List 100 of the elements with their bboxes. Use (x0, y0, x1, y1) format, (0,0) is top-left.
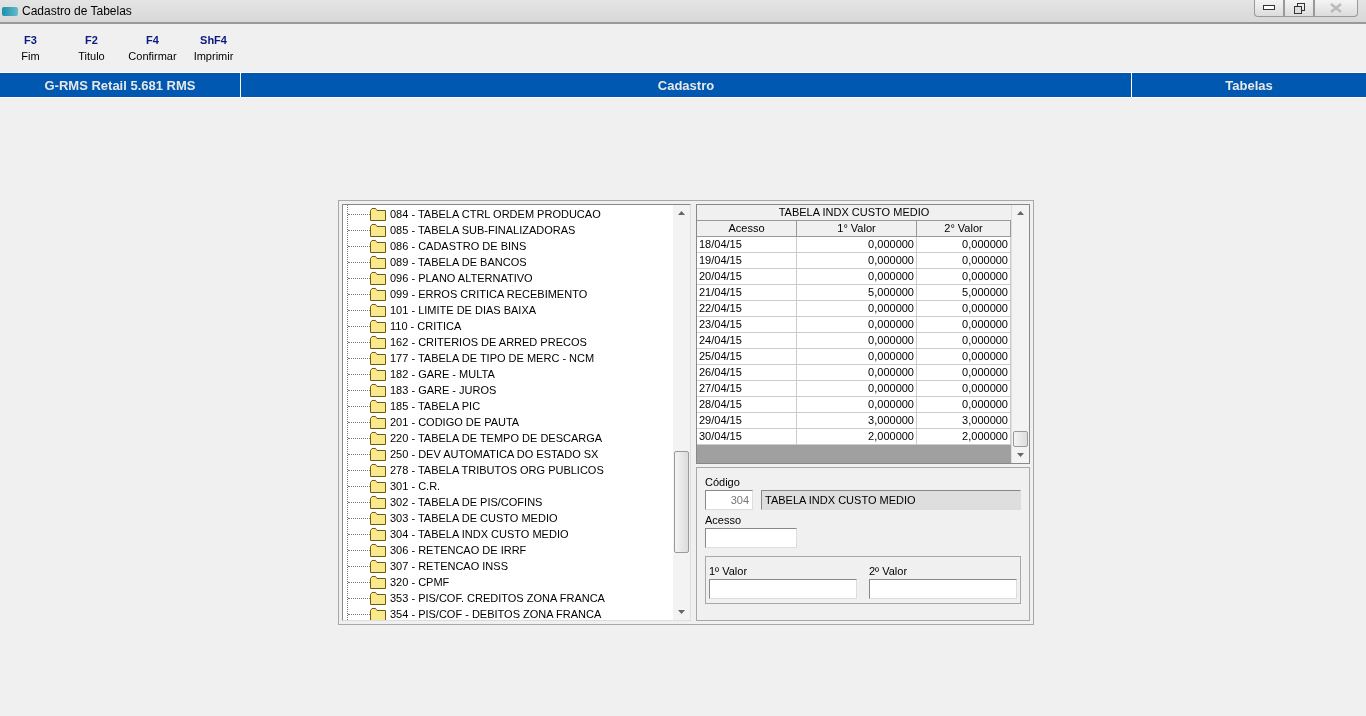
table-cell: 21/04/15 (697, 285, 797, 301)
folder-icon (370, 575, 386, 589)
folder-icon (370, 543, 386, 557)
down-arrow-icon[interactable] (678, 610, 685, 614)
tree-item[interactable]: 182 - GARE - MULTA (390, 368, 495, 380)
tree-item[interactable]: 089 - TABELA DE BANCOS (390, 256, 527, 268)
tree-item[interactable]: 250 - DEV AUTOMATICA DO ESTADO SX (390, 448, 599, 460)
tree-item[interactable]: 096 - PLANO ALTERNATIVO (390, 272, 533, 284)
input-field[interactable] (705, 528, 797, 548)
screen-name: Tabelas (1224, 76, 1274, 95)
folder-icon (370, 351, 386, 365)
column-header[interactable]: 2° Valor (917, 221, 1011, 237)
tree-item[interactable]: 162 - CRITERIOS DE ARRED PRECOS (390, 336, 587, 348)
window-title: Cadastro de Tabelas (22, 4, 132, 18)
tree-item[interactable]: 307 - RETENCAO INSS (390, 560, 508, 572)
tree-item[interactable]: 278 - TABELA TRIBUTOS ORG PUBLICOS (390, 464, 604, 476)
folder-icon (370, 607, 386, 620)
table-cell: 20/04/15 (697, 269, 797, 285)
folder-icon (370, 527, 386, 541)
folder-icon (370, 479, 386, 493)
folder-icon (370, 223, 386, 237)
system-name: G-RMS Retail 5.681 RMS (0, 73, 241, 97)
tree-item[interactable]: 320 - CPMF (390, 576, 450, 588)
tree-item[interactable]: 101 - LIMITE DE DIAS BAIXA (390, 304, 537, 316)
tree-item[interactable]: 301 - C.R. (390, 480, 441, 492)
module-name: Cadastro (241, 73, 1132, 97)
scrollbar-thumb[interactable] (1013, 431, 1028, 447)
input-field[interactable] (709, 579, 857, 599)
tree-item[interactable]: 183 - GARE - JUROS (390, 384, 497, 396)
folder-icon (370, 591, 386, 605)
tree-item[interactable]: 177 - TABELA DE TIPO DE MERC - NCM (390, 352, 595, 364)
table-cell: 29/04/15 (697, 413, 797, 429)
table-cell: 0,000000 (797, 317, 917, 333)
table-cell: 5,000000 (797, 285, 917, 301)
table-cell: 18/04/15 (697, 237, 797, 253)
down-arrow-icon[interactable] (1017, 453, 1024, 457)
tree-item[interactable]: 304 - TABELA INDX CUSTO MEDIO (390, 528, 569, 540)
tree-item[interactable]: 354 - PIS/COF - DEBITOS ZONA FRANCA (390, 608, 602, 620)
tree-item[interactable]: 302 - TABELA DE PIS/COFINS (390, 496, 543, 508)
column-header[interactable]: 1° Valor (797, 221, 917, 237)
table-cell: 0,000000 (797, 381, 917, 397)
tree-item[interactable]: 085 - TABELA SUB-FINALIZADORAS (390, 224, 576, 236)
tree-item[interactable]: 084 - TABELA CTRL ORDEM PRODUCAO (390, 208, 601, 220)
tree-item[interactable]: 303 - TABELA DE CUSTO MEDIO (390, 512, 558, 524)
tree-item[interactable]: 201 - CODIGO DE PAUTA (390, 416, 520, 428)
table-cell: 28/04/15 (697, 397, 797, 413)
folder-icon (370, 303, 386, 317)
table-cell: 27/04/15 (697, 381, 797, 397)
input-field[interactable] (869, 579, 1017, 599)
folder-icon (370, 447, 386, 461)
folder-icon (370, 367, 386, 381)
tree-item[interactable]: 220 - TABELA DE TEMPO DE DESCARGA (390, 432, 603, 444)
folder-icon (370, 239, 386, 253)
scrollbar-thumb[interactable] (674, 451, 689, 553)
toolbar-button[interactable]: F4 Confirmar (122, 24, 183, 72)
restore-icon (1293, 2, 1305, 14)
folder-icon (370, 399, 386, 413)
tree-item[interactable]: 099 - ERROS CRITICA RECEBIMENTO (390, 288, 588, 300)
folder-icon (370, 319, 386, 333)
name-field[interactable]: TABELA INDX CUSTO MEDIO (761, 490, 1021, 510)
field-label: 1º Valor (709, 564, 749, 579)
folder-icon (370, 255, 386, 269)
table-cell: 24/04/15 (697, 333, 797, 349)
grid-caption: TABELA INDX CUSTO MEDIO (697, 205, 1011, 221)
column-header[interactable]: Acesso (697, 221, 797, 237)
folder-icon (370, 335, 386, 349)
restore-button[interactable] (1284, 0, 1314, 17)
table-cell: 0,000000 (797, 301, 917, 317)
minimize-button[interactable] (1254, 0, 1284, 17)
close-icon (1330, 3, 1342, 13)
tree-item[interactable]: 353 - PIS/COF. CREDITOS ZONA FRANCA (390, 592, 605, 604)
field-label: 2º Valor (869, 564, 909, 579)
folder-icon (370, 463, 386, 477)
table-cell: 26/04/15 (697, 365, 797, 381)
tree-item[interactable]: 185 - TABELA PIC (390, 400, 481, 412)
table-cell: 0,000000 (797, 333, 917, 349)
folder-icon (370, 415, 386, 429)
table-cell: 23/04/15 (697, 317, 797, 333)
up-arrow-icon[interactable] (678, 211, 685, 215)
folder-icon (370, 207, 386, 221)
folder-icon (370, 271, 386, 285)
up-arrow-icon[interactable] (1017, 211, 1024, 215)
field-label: Acesso (705, 513, 743, 528)
tree-item[interactable]: 110 - CRITICA (390, 320, 462, 332)
table-cell: 0,000000 (797, 237, 917, 253)
tree-item[interactable]: 086 - CADASTRO DE BINS (390, 240, 527, 252)
folder-icon (370, 495, 386, 509)
tree-item[interactable]: 306 - RETENCAO DE IRRF (390, 544, 527, 556)
table-cell: 25/04/15 (697, 349, 797, 365)
folder-icon (370, 383, 386, 397)
table-cell: 22/04/15 (697, 301, 797, 317)
folder-icon (370, 511, 386, 525)
scrollbar[interactable] (673, 205, 690, 620)
table-cell: 19/04/15 (697, 253, 797, 269)
toolbar-button[interactable]: ShF4 Imprimir (183, 24, 244, 72)
toolbar-button[interactable]: F3 Fim (0, 24, 61, 72)
scrollbar[interactable] (1011, 205, 1029, 463)
table-cell: 0,000000 (797, 349, 917, 365)
toolbar-button[interactable]: F2 Titulo (61, 24, 122, 72)
folder-icon (370, 287, 386, 301)
